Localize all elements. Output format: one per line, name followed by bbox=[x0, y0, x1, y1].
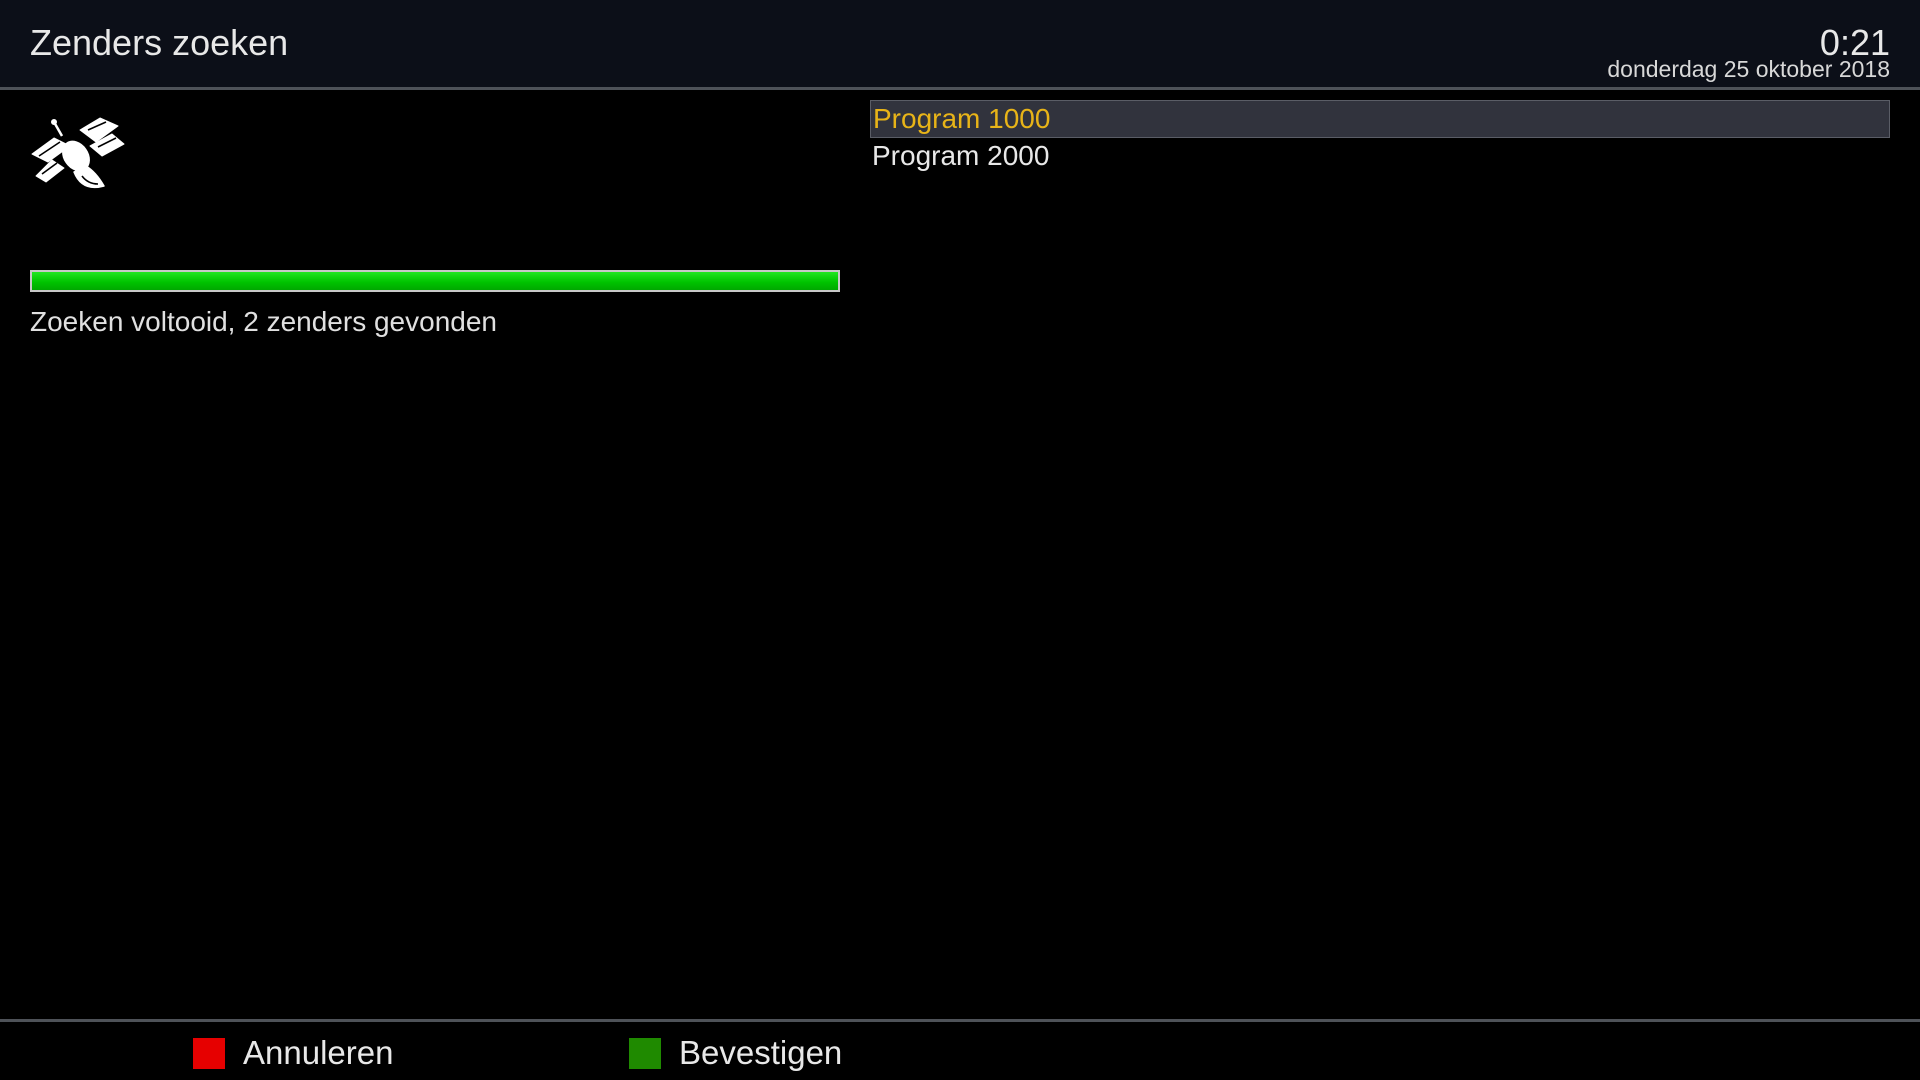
green-key-icon bbox=[629, 1037, 661, 1069]
green-confirm-button[interactable]: Bevestigen bbox=[629, 1034, 843, 1071]
confirm-button-label: Bevestigen bbox=[679, 1034, 843, 1071]
scan-status-text: Zoeken voltooid, 2 zenders gevonden bbox=[30, 306, 497, 337]
footer-bar: Annuleren Bevestigen bbox=[0, 1019, 1920, 1080]
scan-progress-bar bbox=[30, 270, 840, 292]
page-title: Zenders zoeken bbox=[30, 22, 289, 63]
header-bar: Zenders zoeken 0:21 donderdag 25 oktober… bbox=[0, 0, 1920, 90]
channel-name: Program 1000 bbox=[873, 103, 1051, 134]
channel-list-item[interactable]: Program 1000 bbox=[870, 100, 1890, 138]
red-cancel-button[interactable]: Annuleren bbox=[193, 1034, 394, 1071]
found-channel-list[interactable]: Program 1000 Program 2000 bbox=[870, 100, 1890, 176]
channel-list-item[interactable]: Program 2000 bbox=[870, 138, 1890, 176]
cancel-button-label: Annuleren bbox=[243, 1034, 394, 1071]
satellite-icon bbox=[30, 116, 126, 194]
scan-progress-fill bbox=[32, 272, 838, 290]
channel-name: Program 2000 bbox=[872, 140, 1050, 171]
red-key-icon bbox=[193, 1037, 225, 1069]
channel-search-screen: Zenders zoeken 0:21 donderdag 25 oktober… bbox=[0, 0, 1920, 1080]
date-label: donderdag 25 oktober 2018 bbox=[1607, 56, 1890, 82]
